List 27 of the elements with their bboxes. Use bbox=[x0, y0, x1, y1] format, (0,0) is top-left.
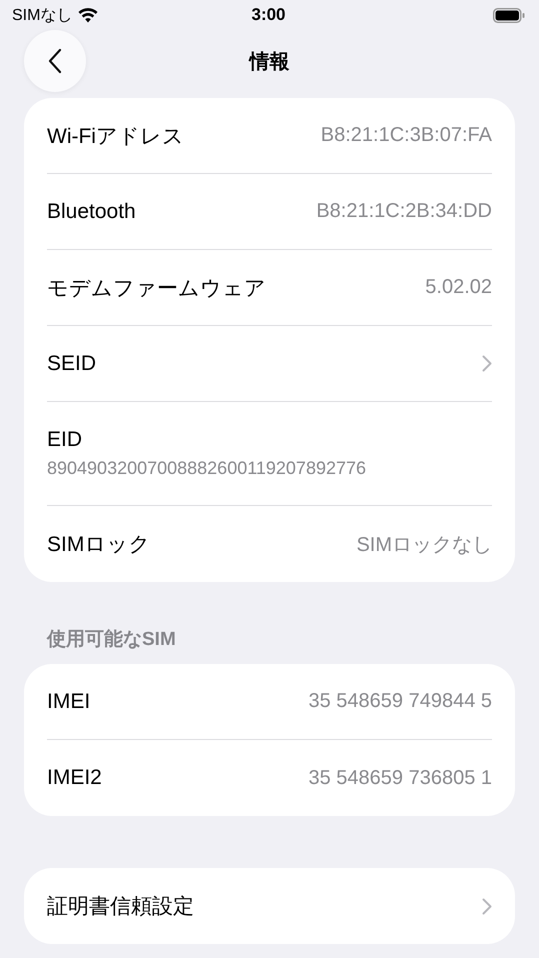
row-label: Bluetooth bbox=[47, 200, 136, 224]
row-label: モデムファームウェア bbox=[47, 276, 266, 302]
row-value: 35 548659 736805 1 bbox=[308, 766, 492, 790]
list-item[interactable]: 証明書信頼設定 bbox=[47, 868, 492, 944]
row-label: EID bbox=[47, 428, 84, 452]
row-label: SIMロック bbox=[47, 532, 150, 558]
back-icon bbox=[48, 48, 62, 74]
row-value: B8:21:1C:3B:07:FA bbox=[320, 124, 492, 147]
battery-icon bbox=[493, 8, 525, 22]
wifi-icon bbox=[78, 8, 98, 22]
row-label: IMEI2 bbox=[47, 766, 102, 790]
list-item[interactable]: SEID bbox=[47, 326, 492, 402]
row-value: 5.02.02 bbox=[425, 276, 492, 299]
row-value: B8:21:1C:2B:34:DD bbox=[316, 200, 492, 223]
row-value: SIMロックなし bbox=[356, 532, 492, 558]
row-label: SEID bbox=[47, 352, 96, 376]
section-header: 使用可能なSIM bbox=[46, 628, 177, 652]
chevron-icon bbox=[482, 355, 492, 372]
row-label: Wi-Fiアドレス bbox=[47, 124, 184, 150]
carrier-label: SIMなし bbox=[12, 6, 72, 26]
row-label: 証明書信頼設定 bbox=[47, 894, 194, 920]
row-label: IMEI bbox=[47, 690, 90, 714]
clock: 3:00 bbox=[251, 5, 286, 25]
page-title: 情報 bbox=[250, 50, 290, 74]
chevron-icon bbox=[482, 898, 492, 914]
row-value: 35 548659 749844 5 bbox=[308, 690, 492, 713]
row-value: 89049032007008882600119207892776 bbox=[47, 458, 366, 479]
